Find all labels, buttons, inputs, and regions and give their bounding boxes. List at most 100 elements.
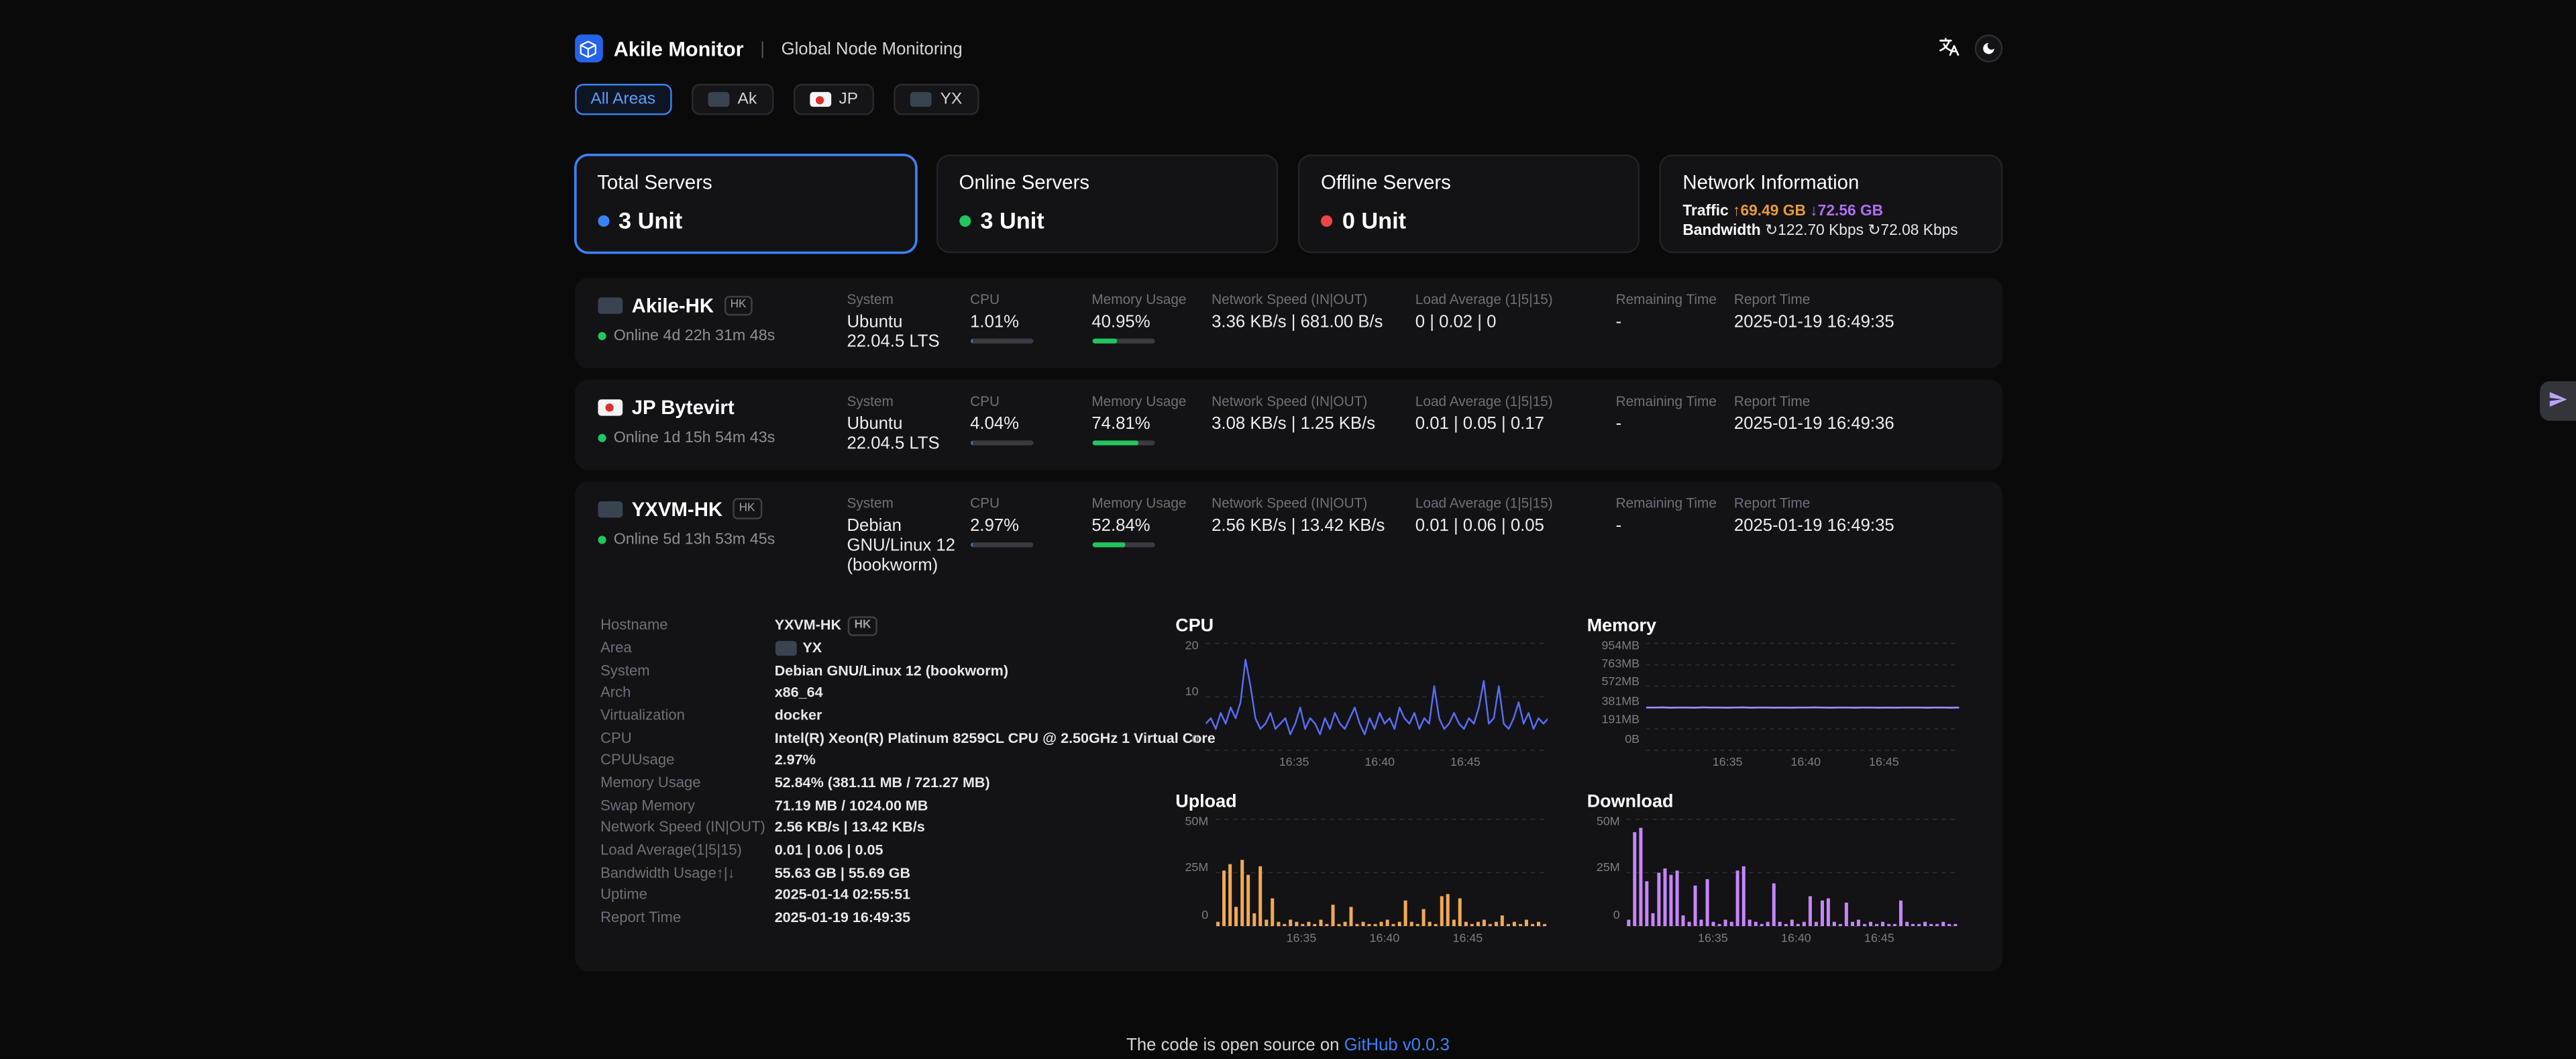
server-identity-cell: YXVM-HK HK Online 5d 13h 53m 45s	[597, 494, 847, 576]
chart-plot	[1646, 642, 1960, 751]
offline-servers-value: 0 Unit	[1342, 207, 1406, 234]
header-actions	[1938, 34, 2002, 62]
chart-x-axis: 16:3516:4016:45	[1626, 926, 1959, 944]
card-title: Offline Servers	[1321, 171, 1617, 194]
cpu-cell: CPU 2.97%	[970, 494, 1091, 576]
memory-usage-bar	[1091, 339, 1154, 344]
chart-plot	[1205, 642, 1548, 751]
hostname-value: YXVM-HK	[775, 616, 841, 635]
chart-plot	[1215, 818, 1548, 927]
load-average-cell: Load Average (1|5|15) 0.01 | 0.05 | 0.17	[1415, 393, 1616, 454]
load-average-value: 0.01 | 0.06 | 0.05	[775, 842, 883, 860]
cpu-model-value: Intel(R) Xeon(R) Platinum 8259CL CPU @ 2…	[775, 729, 1216, 748]
header: Akile Monitor | Global Node Monitoring	[574, 34, 2002, 62]
cpu-chart: CPU 20100 16:3516:4016:45	[1175, 615, 1548, 768]
japan-flag-icon	[597, 399, 622, 415]
bandwidth-label: Bandwidth	[1682, 222, 1760, 238]
chart-y-axis: 50M25M0	[1175, 813, 1215, 921]
footer: The code is open source on GitHub v0.0.3…	[574, 1033, 2002, 1059]
tab-all-areas[interactable]: All Areas	[574, 84, 672, 115]
arch-value: x86_64	[775, 685, 823, 703]
network-information-card: Network Information Traffic ↑69.49 GB ↓7…	[1660, 154, 2002, 253]
flag-icon	[597, 297, 622, 313]
server-card-yxvm-hk: YXVM-HK HK Online 5d 13h 53m 45s System …	[574, 481, 2002, 970]
brand: Akile Monitor | Global Node Monitoring	[574, 34, 963, 62]
swap-memory-value: 71.19 MB / 1024.00 MB	[775, 797, 928, 815]
server-row[interactable]: YXVM-HK HK Online 5d 13h 53m 45s System …	[574, 481, 2002, 591]
online-servers-value: 3 Unit	[980, 207, 1044, 234]
report-time-value: 2025-01-19 16:49:35	[775, 909, 910, 927]
online-servers-card: Online Servers 3 Unit	[936, 154, 1278, 253]
title-separator: |	[760, 39, 765, 58]
area-filter-tabs: All Areas Ak JP YX	[574, 84, 2002, 115]
app-subtitle: Global Node Monitoring	[782, 39, 963, 58]
github-link[interactable]: GitHub v0.0.3	[1344, 1035, 1450, 1054]
bandwidth-line: Bandwidth ↻122.70 Kbps ↻72.08 Kbps	[1682, 220, 1978, 240]
bandwidth-in-value: ↻122.70 Kbps	[1765, 222, 1864, 238]
language-toggle-button[interactable]	[1938, 36, 1960, 62]
chart-x-axis: 16:3516:4016:45	[1205, 750, 1548, 768]
moon-icon	[1980, 36, 1995, 61]
remaining-time-cell: Remaining Time -	[1616, 494, 1734, 576]
traffic-up-value: ↑69.49 GB	[1733, 202, 1806, 218]
report-time-cell: Report Time 2025-01-19 16:49:35	[1734, 494, 1979, 576]
cpu-usage-value: 2.97%	[775, 752, 816, 770]
upload-chart: Upload 50M25M0 16:3516:4016:45	[1175, 791, 1548, 944]
app-logo-icon	[574, 34, 602, 62]
dark-mode-toggle-button[interactable]	[1974, 34, 2002, 62]
flag-icon	[597, 501, 622, 517]
cpu-cell: CPU 4.04%	[970, 393, 1091, 454]
send-icon	[2548, 389, 2567, 413]
card-title: Total Servers	[597, 171, 893, 194]
footer-open-source-line: The code is open source on GitHub v0.0.3	[574, 1033, 2002, 1057]
report-time-cell: Report Time 2025-01-19 16:49:35	[1734, 291, 1979, 352]
online-dot	[597, 332, 605, 340]
japan-flag-icon	[809, 92, 830, 107]
red-status-dot	[1321, 215, 1332, 226]
online-dot	[597, 535, 605, 543]
tab-label: All Areas	[590, 91, 655, 109]
system-value: Debian GNU/Linux 12 (bookworm)	[775, 662, 1008, 680]
region-badge: HK	[724, 296, 753, 316]
chart-y-axis: 50M25M0	[1587, 813, 1627, 921]
chart-x-axis: 16:3516:4016:45	[1646, 750, 1960, 768]
total-servers-value: 3 Unit	[619, 207, 682, 234]
memory-usage-value: 52.84% (381.11 MB / 721.27 MB)	[775, 774, 990, 793]
tab-jp[interactable]: JP	[793, 84, 875, 115]
server-list: Akile-HK HK Online 4d 22h 31m 48s System…	[574, 278, 2002, 971]
cpu-usage-bar	[970, 339, 1032, 344]
chart-y-axis: 954MB763MB572MB381MB191MB0B	[1587, 637, 1646, 746]
chart-plot	[1626, 818, 1959, 927]
memory-usage-bar	[1091, 441, 1154, 446]
flag-icon	[911, 92, 932, 107]
cpu-usage-bar	[970, 542, 1032, 547]
virtualization-value: docker	[775, 707, 822, 725]
tab-yx[interactable]: YX	[894, 84, 979, 115]
translate-icon	[1938, 36, 1960, 62]
server-row[interactable]: JP Bytevirt Online 1d 15h 54m 43s System…	[574, 379, 2002, 469]
server-name: YXVM-HK	[632, 497, 723, 520]
remaining-time-cell: Remaining Time -	[1616, 393, 1734, 454]
network-speed-cell: Network Speed (IN|OUT) 3.08 KB/s | 1.25 …	[1212, 393, 1415, 454]
flag-icon	[708, 92, 729, 107]
floating-contact-button[interactable]	[2540, 381, 2576, 421]
memory-cell: Memory Usage 52.84%	[1091, 494, 1212, 576]
memory-usage-bar	[1091, 542, 1154, 547]
bandwidth-usage-value: 55.63 GB | 55.69 GB	[775, 864, 910, 882]
bandwidth-out-value: ↻72.08 Kbps	[1868, 222, 1957, 238]
online-dot	[597, 434, 605, 442]
system-cell: System Ubuntu 22.04.5 LTS	[847, 291, 970, 352]
chart-x-axis: 16:3516:4016:45	[1215, 926, 1548, 944]
total-servers-card: Total Servers 3 Unit	[574, 154, 916, 253]
server-details-table: Hostname YXVM-HKHK Area YX System Debian…	[600, 615, 1142, 944]
tab-ak[interactable]: Ak	[692, 84, 773, 115]
load-average-cell: Load Average (1|5|15) 0 | 0.02 | 0	[1415, 291, 1616, 352]
card-title: Network Information	[1682, 171, 1978, 194]
server-row[interactable]: Akile-HK HK Online 4d 22h 31m 48s System…	[574, 278, 2002, 368]
area-value: YX	[802, 640, 822, 658]
memory-cell: Memory Usage 40.95%	[1091, 291, 1212, 352]
blue-status-dot	[597, 215, 608, 226]
network-speed-value: 2.56 KB/s | 13.42 KB/s	[775, 819, 925, 838]
server-card-jp-bytevirt: JP Bytevirt Online 1d 15h 54m 43s System…	[574, 379, 2002, 469]
cpu-usage-bar	[970, 441, 1032, 446]
